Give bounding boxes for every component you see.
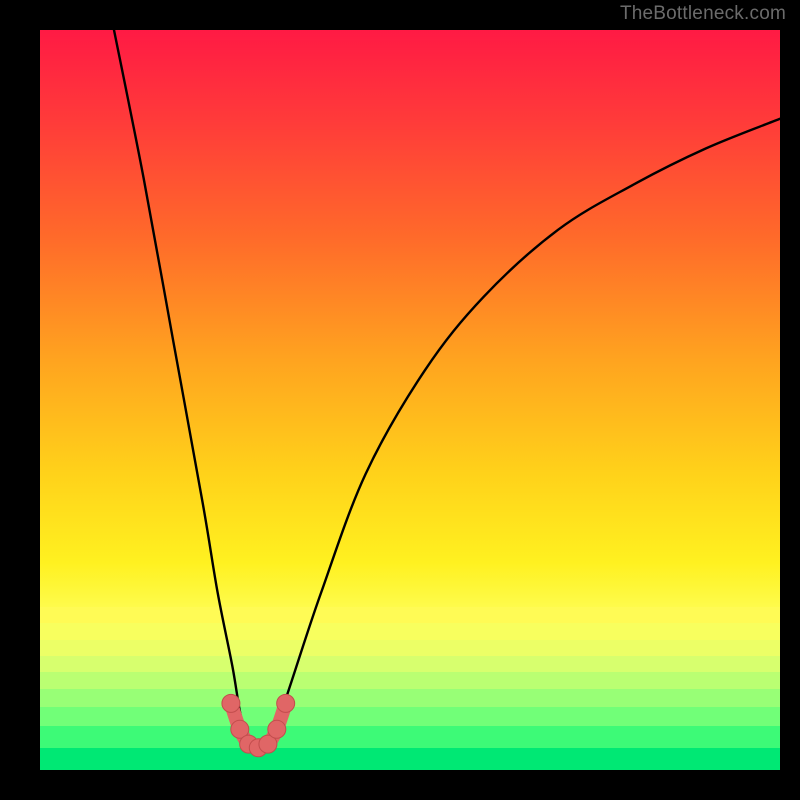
curve-svg bbox=[40, 30, 780, 770]
valley-marker-group bbox=[222, 694, 295, 756]
plot-area bbox=[40, 30, 780, 770]
watermark-text: TheBottleneck.com bbox=[620, 3, 786, 25]
valley-marker bbox=[222, 694, 240, 712]
chart-frame: TheBottleneck.com bbox=[0, 0, 800, 800]
valley-marker bbox=[277, 694, 295, 712]
valley-marker bbox=[268, 720, 286, 738]
bottleneck-curve bbox=[114, 30, 780, 749]
